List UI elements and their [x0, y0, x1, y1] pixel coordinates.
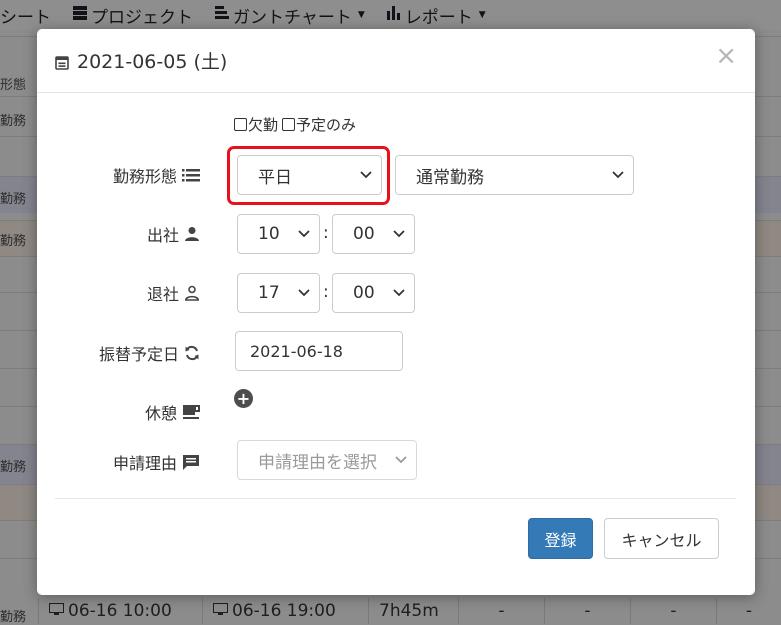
register-button[interactable]: 登録: [528, 518, 593, 559]
nav-item-report[interactable]: レポート ▼: [386, 3, 486, 28]
list-item: 勤務: [0, 114, 27, 129]
caret-down-icon: ▼: [357, 10, 365, 20]
refresh-icon: [185, 345, 199, 361]
clock-out-hour-select[interactable]: 17: [237, 273, 320, 313]
dialog-title: 2021-06-05 (土): [55, 47, 227, 74]
nav-item-project[interactable]: プロジェクト: [73, 3, 193, 28]
break-label: 休憩: [145, 400, 200, 424]
coffee-icon: [183, 405, 200, 419]
close-button[interactable]: ×: [715, 41, 737, 71]
option-checkboxes: 欠勤 予定のみ: [234, 114, 360, 135]
dialog-header: 2021-06-05 (土) ×: [37, 29, 755, 93]
time-separator: :: [323, 282, 329, 302]
attendance-edit-dialog: 2021-06-05 (土) × 欠勤 予定のみ 勤務形態 平日 通常勤務 出社…: [37, 29, 755, 595]
calendar-icon: [55, 53, 69, 70]
column-header: 形態: [0, 78, 27, 93]
clock-in-hour-select[interactable]: 10: [237, 214, 320, 254]
monitor-icon: [49, 601, 64, 621]
bar-chart-icon: [386, 6, 401, 24]
chevron-down-icon: [612, 171, 624, 179]
substitute-date-label: 振替予定日: [99, 341, 200, 365]
list-item: 勤務: [0, 192, 27, 207]
server-icon: [73, 6, 87, 24]
caret-down-icon: ▼: [478, 10, 486, 20]
list-item: 勤務: [0, 234, 27, 249]
scheduled-only-checkbox[interactable]: [282, 118, 296, 131]
person-outline-icon: [184, 285, 200, 301]
message-icon: [183, 454, 199, 470]
shift-type-select[interactable]: 通常勤務: [395, 155, 634, 195]
reason-label: 申請理由: [113, 450, 200, 474]
list-icon: [182, 169, 200, 182]
list-item: 勤務: [0, 460, 27, 475]
cancel-button[interactable]: キャンセル: [604, 518, 719, 559]
absence-label: 欠勤: [248, 116, 279, 134]
chevron-down-icon: [298, 230, 310, 238]
background-bottom-row: 06-16 10:00 06-16 19:00 7h45m - - - -: [0, 598, 781, 624]
highlight-box: [227, 146, 390, 205]
chevron-down-icon: [298, 289, 310, 297]
person-icon: [185, 227, 199, 241]
substitute-date-input[interactable]: 2021-06-18: [235, 331, 403, 371]
reason-select[interactable]: 申請理由を選択: [237, 440, 417, 480]
clock-in-label: 出社: [147, 222, 200, 246]
add-break-button[interactable]: +: [234, 389, 253, 408]
clock-out-minute-select[interactable]: 00: [332, 273, 415, 313]
nav-item-sheet[interactable]: シート: [0, 3, 51, 28]
time-separator: :: [323, 223, 329, 243]
clock-in-minute-select[interactable]: 00: [332, 214, 415, 254]
chevron-down-icon: [393, 289, 405, 297]
nav-item-gantt[interactable]: ガントチャート ▼: [215, 3, 365, 28]
chevron-down-icon: [395, 456, 407, 464]
monitor-icon: [213, 601, 228, 621]
top-navigation: シート プロジェクト ガントチャート ▼ レポート ▼: [0, 0, 781, 30]
scheduled-only-label: 予定のみ: [296, 116, 357, 134]
dialog-footer-divider: [55, 498, 736, 499]
work-type-label: 勤務形態: [113, 163, 200, 187]
chevron-down-icon: [393, 230, 405, 238]
gantt-icon: [215, 6, 229, 24]
clock-out-label: 退社: [147, 281, 200, 305]
absence-checkbox[interactable]: [234, 118, 247, 131]
